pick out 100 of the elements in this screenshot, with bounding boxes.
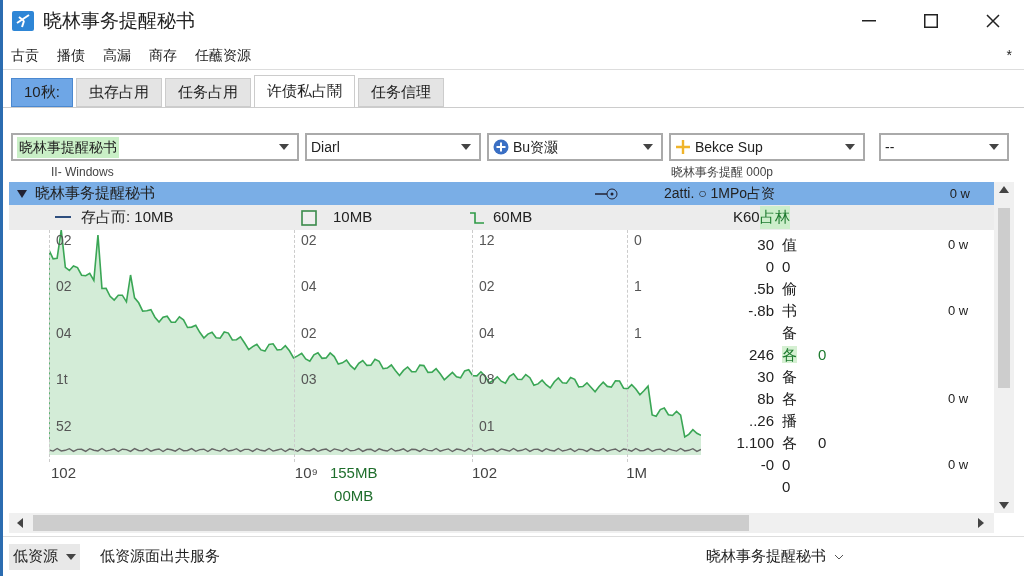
filter-dropdown[interactable]: Diarl (305, 133, 481, 161)
axis-label: 02 (301, 323, 318, 343)
caret-icon (845, 144, 855, 150)
row-unit: 各 (782, 345, 797, 363)
caret-icon (66, 553, 76, 560)
row-unit: 偷 (782, 279, 797, 297)
pin-icon[interactable]: * (1006, 45, 1012, 66)
row-value: 30 (757, 235, 774, 253)
memory-value: K60 (733, 207, 760, 228)
axis-label: 04 (56, 323, 73, 343)
plus-icon (675, 139, 691, 155)
row-unit: 0 (782, 455, 791, 473)
expand-caret-icon[interactable] (17, 189, 27, 198)
axis-label: 01 (479, 416, 496, 436)
menu-item[interactable]: 古贡 (11, 45, 39, 66)
filter-dropdown[interactable]: 晓林事提醒秘书 (11, 133, 299, 161)
menu-item[interactable]: 播债 (57, 45, 85, 66)
vertical-scrollbar[interactable] (994, 182, 1014, 513)
row-unit: 0 (782, 257, 791, 275)
row-value: 8b (757, 389, 774, 407)
axis-label: 1 (634, 277, 643, 297)
axis-label: 1t (56, 370, 69, 390)
row-unit: 0 (782, 477, 791, 495)
axis-label: 02 (56, 277, 73, 297)
group-value: 0 w (949, 184, 970, 203)
row-unit: 备 (782, 367, 797, 385)
axis-label: 04 (301, 277, 318, 297)
window-title: 晓林事务提醒秘书 (43, 8, 195, 33)
tab[interactable]: 虫存占用 (75, 78, 162, 107)
axis-label: 1M (626, 463, 648, 483)
row-unit: 备 (782, 323, 797, 341)
filter-value: -- (885, 137, 895, 157)
row-value: 246 (748, 345, 774, 363)
status-menu[interactable]: 晓林事务提醒秘书 (706, 545, 844, 568)
memory-total: 00MB (334, 485, 374, 506)
tab[interactable]: 任务占用 (164, 78, 251, 107)
scroll-down-icon[interactable] (999, 502, 1009, 509)
tab[interactable]: 任务信理 (357, 78, 444, 107)
axis-label: 52 (56, 416, 73, 436)
filter-value: 晓林事提醒秘书 (17, 136, 119, 158)
row-value: .5b (753, 279, 774, 297)
row-rate: 0 w (948, 302, 969, 321)
horizontal-scrollbar[interactable] (9, 513, 994, 533)
menu-item[interactable]: 任蘸资源 (195, 45, 251, 66)
row-rate: 0 w (948, 236, 969, 255)
row-value: ..26 (748, 411, 774, 429)
axis-label: 102 (471, 463, 497, 483)
tab[interactable]: 许债私占鬧 (253, 75, 355, 107)
axis-label: 1 (634, 323, 643, 343)
caret-icon (279, 144, 289, 150)
row-value: 1.100 (736, 433, 774, 451)
row-value: 0 (765, 257, 774, 275)
maximize-icon (924, 14, 938, 28)
axis-label: 102 (51, 463, 77, 483)
axis-label: 02 (479, 277, 496, 297)
memory-value: 60MB (493, 207, 534, 228)
row-rate: 0 w (948, 390, 969, 409)
menu-item[interactable]: 商存 (149, 45, 177, 66)
row-rate: 0 w (948, 456, 969, 475)
row-value: -.8b (748, 301, 774, 319)
caret-icon (461, 144, 471, 150)
row-unit: 书 (782, 301, 797, 319)
status-dropdown[interactable]: 低资源 (9, 543, 80, 570)
tab[interactable]: 10秋: (11, 78, 73, 107)
row-unit: 播 (782, 411, 797, 429)
menu-item[interactable]: 高漏 (103, 45, 131, 66)
filter-value: Diarl (311, 137, 340, 157)
close-icon (986, 14, 1000, 28)
caret-icon (989, 144, 999, 150)
memory-total: 155MB (329, 463, 378, 483)
filter-value: Bekce Sup (695, 137, 763, 157)
filter-dropdown[interactable]: Bu资灏 (487, 133, 663, 161)
axis-label: 03 (301, 370, 318, 390)
row-unit: 值 (782, 235, 797, 253)
row-unit: 各 (782, 389, 797, 407)
column-header: 晓林事务提醒 000p (671, 164, 774, 181)
filter-dropdown[interactable]: -- (879, 133, 1009, 161)
row-count: 0 (818, 433, 827, 451)
memory-value: 10MB (333, 207, 374, 228)
row-value: -0 (760, 455, 774, 473)
column-header: II- Windows (51, 164, 115, 181)
memory-label: 存占而: 10MB (81, 207, 175, 228)
row-unit: 各 (782, 433, 797, 451)
row-count: 0 (818, 345, 827, 363)
axis-label: 12 (479, 231, 496, 250)
group-row[interactable]: 晓林事务提醒秘书 2atti. ○ 1MPo占资 0 w (9, 182, 994, 205)
axis-label: 0 (634, 231, 643, 250)
status-text: 低资源面出共服务 (100, 546, 220, 567)
filter-dropdown[interactable]: Bekce Sup (669, 133, 865, 161)
filter-value: Bu资灏 (513, 137, 559, 157)
group-summary: 2atti. ○ 1MPo占资 (664, 184, 776, 203)
axis-label: 02 (301, 231, 318, 250)
minimize-icon (862, 20, 876, 22)
row-value: 30 (757, 367, 774, 385)
scroll-up-icon[interactable] (999, 186, 1009, 193)
square-icon (301, 209, 317, 226)
memory-tag: 占林 (759, 206, 790, 229)
axis-label: 10⁹ (294, 463, 318, 483)
axis-label: 04 (479, 323, 496, 343)
app-icon (11, 9, 35, 33)
